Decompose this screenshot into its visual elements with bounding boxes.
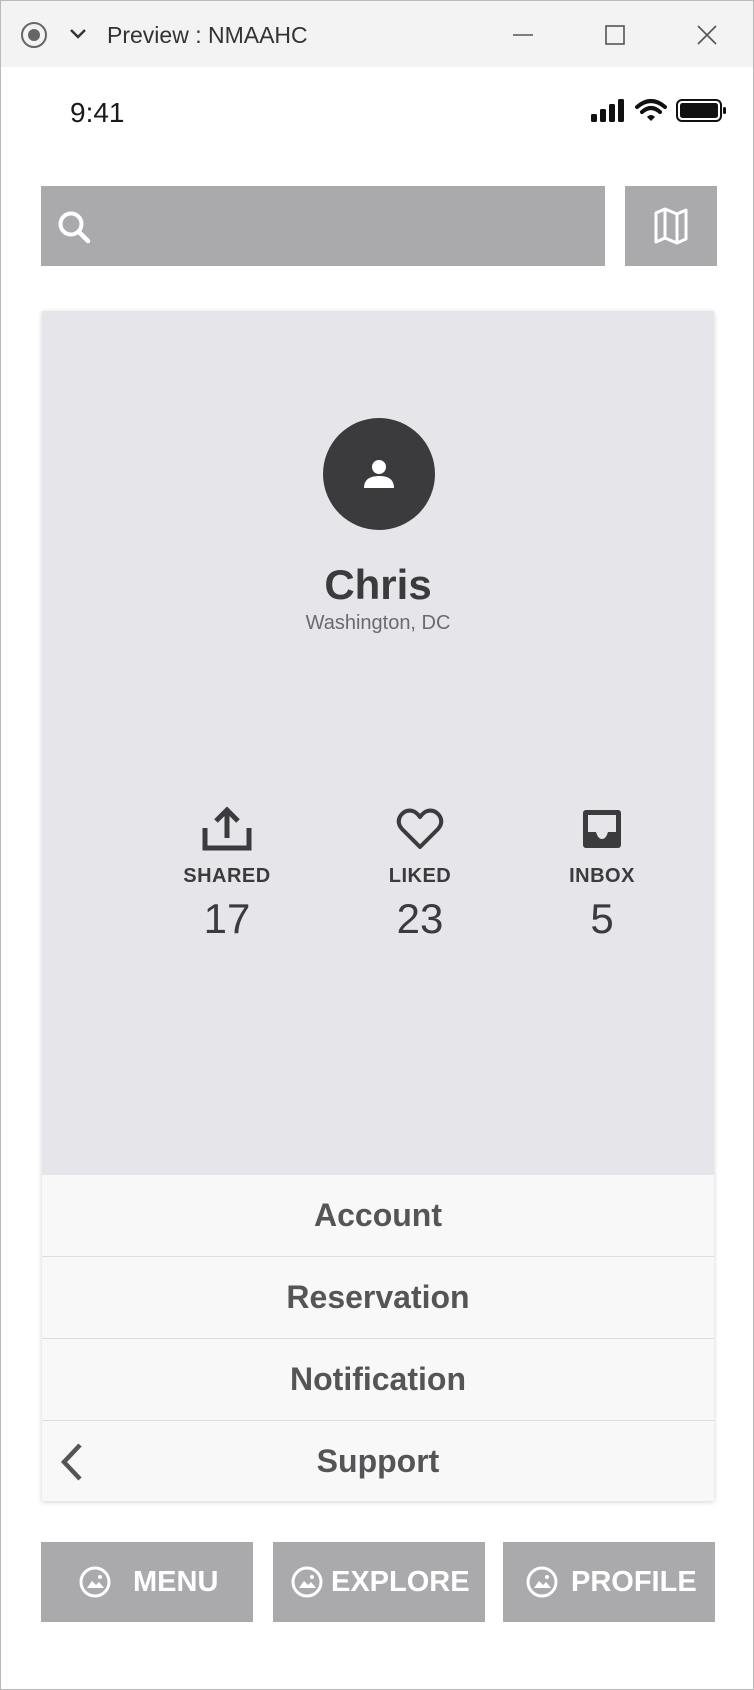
menu-item-label: Support — [316, 1443, 440, 1479]
tab-label: PROFILE — [571, 1566, 697, 1598]
person-icon — [364, 460, 394, 488]
stat-label: INBOX — [569, 865, 635, 887]
stat-value: 23 — [396, 895, 444, 942]
chevron-down-icon[interactable] — [69, 27, 87, 41]
settings-list: Account Reservation Notification Support — [42, 1175, 714, 1501]
share-icon — [202, 806, 252, 851]
stat-value: 17 — [203, 895, 251, 942]
chevron-left-icon[interactable] — [58, 1441, 86, 1483]
stat-liked[interactable]: LIKED 23 — [350, 806, 490, 944]
stat-label: SHARED — [183, 865, 271, 887]
cellular-signal-icon — [591, 99, 624, 122]
inbox-icon — [583, 810, 621, 848]
image-circle-icon — [526, 1566, 558, 1598]
window-titlebar: Preview : NMAAHC — [1, 1, 753, 67]
maximize-icon[interactable] — [603, 21, 627, 49]
map-icon — [654, 207, 688, 245]
tab-profile[interactable]: PROFILE — [503, 1542, 715, 1622]
profile-name: Chris — [324, 561, 432, 608]
profile-location: Washington, DC — [305, 612, 451, 634]
window-title: Preview : NMAAHC — [107, 22, 308, 48]
tab-label: EXPLORE — [331, 1566, 470, 1598]
tab-menu[interactable]: MENU — [41, 1542, 253, 1622]
menu-item-reservation[interactable]: Reservation — [42, 1257, 714, 1339]
record-icon[interactable] — [20, 21, 48, 49]
tab-explore[interactable]: EXPLORE — [273, 1542, 485, 1622]
tab-label: MENU — [133, 1566, 219, 1598]
search-bar[interactable] — [41, 186, 605, 266]
close-icon[interactable] — [695, 21, 719, 49]
wifi-icon — [635, 99, 667, 121]
avatar[interactable] — [323, 418, 435, 530]
menu-item-account[interactable]: Account — [42, 1175, 714, 1257]
search-icon — [58, 211, 91, 244]
menu-item-notification[interactable]: Notification — [42, 1339, 714, 1421]
image-circle-icon — [291, 1566, 323, 1598]
battery-icon — [676, 99, 726, 122]
map-button[interactable] — [625, 186, 717, 266]
stat-shared[interactable]: SHARED 17 — [157, 806, 297, 944]
status-icons — [591, 99, 726, 122]
profile-card: Chris Washington, DC SHARED 17 LIKED 23 … — [42, 311, 714, 1501]
stat-value: 5 — [590, 895, 614, 942]
stat-inbox[interactable]: INBOX 5 — [532, 806, 672, 944]
status-time: 9:41 — [70, 97, 125, 128]
preview-window: Preview : NMAAHC 9:41 Chris Washington, … — [0, 0, 754, 1690]
stat-label: LIKED — [388, 865, 452, 887]
heart-icon — [396, 808, 444, 849]
image-circle-icon — [79, 1566, 111, 1598]
menu-item-support[interactable]: Support — [42, 1421, 714, 1501]
minimize-icon[interactable] — [511, 21, 535, 49]
